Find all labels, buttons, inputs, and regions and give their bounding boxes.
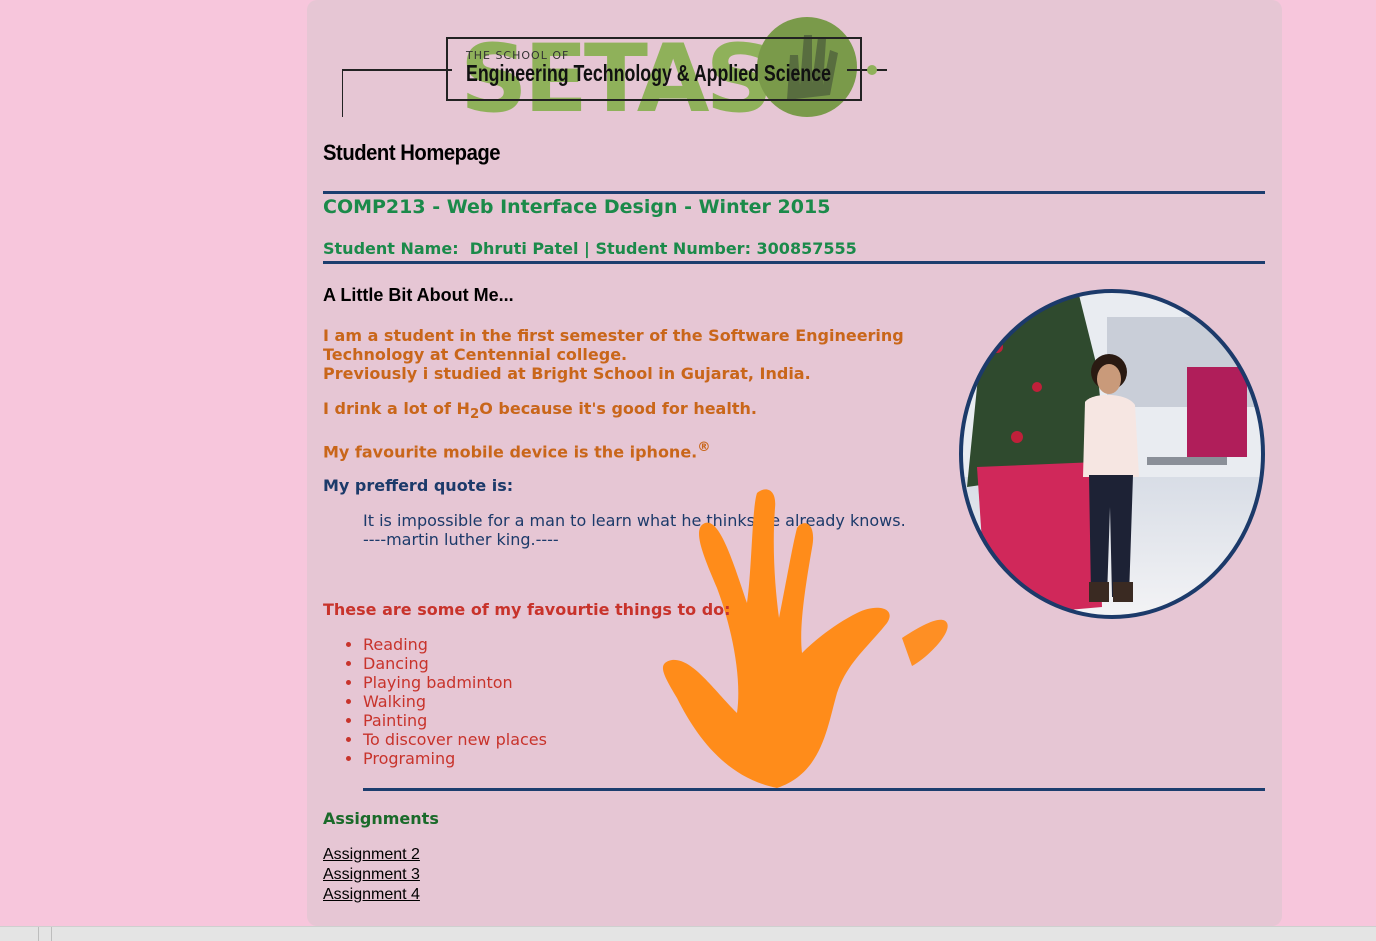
course-title: COMP213 - Web Interface Design - Winter …: [323, 196, 831, 218]
about-paragraph: I am a student in the first semester of …: [323, 326, 904, 383]
list-item: Programing: [363, 749, 547, 768]
about-line-3: Previously i studied at Bright School in…: [323, 364, 811, 383]
divider-top: [323, 191, 1265, 194]
list-item: Painting: [363, 711, 547, 730]
logo-subtitle-main: Engineering Technology & Applied Science: [466, 60, 831, 86]
page-heading: Student Homepage: [323, 140, 501, 165]
about-title: A Little Bit About Me...: [323, 285, 514, 305]
status-bar-segment: [0, 927, 39, 941]
list-item: Walking: [363, 692, 547, 711]
drink-subscript: 2: [469, 407, 480, 423]
assignment-2-link[interactable]: Assignment 2: [323, 845, 420, 865]
student-info: Student Name: Dhruti Patel | Student Num…: [323, 239, 857, 258]
assignment-3-link[interactable]: Assignment 3: [323, 865, 420, 885]
assignment-4-link[interactable]: Assignment 4: [323, 885, 420, 905]
handprint-image: [662, 489, 948, 788]
divider-middle: [323, 261, 1265, 264]
browser-status-bar: [0, 926, 1376, 941]
quote-title: My prefferd quote is:: [323, 476, 514, 495]
list-item: To discover new places: [363, 730, 547, 749]
status-bar-segment: [38, 927, 52, 941]
about-line-1: I am a student in the first semester of …: [323, 326, 904, 345]
drink-prefix: I drink a lot of H: [323, 399, 470, 418]
about-line-2: Technology at Centennial college.: [323, 345, 628, 364]
list-item: Playing badminton: [363, 673, 547, 692]
device-paragraph: My favourite mobile device is the iphone…: [323, 440, 711, 461]
assignments-title: Assignments: [323, 809, 439, 828]
favourites-title: These are some of my favourtie things to…: [323, 600, 731, 619]
content-panel: SETAS THE SCHOOL OF Engineering Technolo…: [307, 0, 1282, 926]
registered-mark: ®: [697, 440, 711, 455]
list-item: Reading: [363, 635, 547, 654]
assignment-links: Assignment 2 Assignment 3 Assignment 4: [323, 845, 420, 905]
list-item: Dancing: [363, 654, 547, 673]
drink-suffix: O because it's good for health.: [479, 399, 757, 418]
favourites-list: Reading Dancing Playing badminton Walkin…: [347, 635, 547, 768]
device-text: My favourite mobile device is the iphone…: [323, 442, 698, 462]
drink-paragraph: I drink a lot of H2O because it's good f…: [323, 399, 757, 422]
quote-author: ----martin luther king.----: [363, 530, 559, 549]
profile-photo: [959, 289, 1265, 619]
divider-bottom: [363, 788, 1265, 791]
setas-logo: SETAS THE SCHOOL OF Engineering Technolo…: [342, 17, 887, 120]
